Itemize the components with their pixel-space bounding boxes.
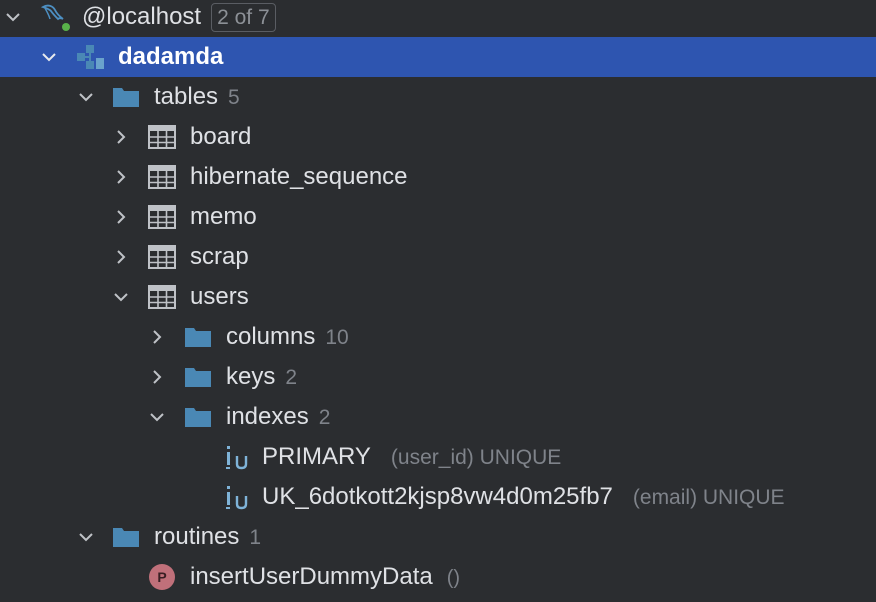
tables-label: tables [154, 83, 219, 110]
chevron-down-icon[interactable] [3, 0, 23, 37]
procedure-name: insertUserDummyData [190, 563, 433, 590]
table-icon [148, 277, 176, 317]
tree-node-indexes[interactable]: indexes 2 [0, 397, 876, 437]
procedure-params: () [446, 567, 461, 589]
unique-index-icon [224, 437, 252, 477]
tree-node-table-board[interactable]: board [0, 117, 876, 157]
indexes-count: 2 [318, 406, 331, 429]
tree-node-routines[interactable]: routines 1 [0, 517, 876, 557]
chevron-down-icon[interactable] [111, 277, 131, 317]
folder-icon [184, 397, 212, 437]
tree-node-index-uk[interactable]: UK_6dotkott2kjsp8vw4d0m25fb7 (email) UNIQ… [0, 477, 876, 517]
index-meta: (user_id) UNIQUE [390, 446, 562, 469]
procedure-icon: P [148, 557, 176, 597]
chevron-right-icon[interactable] [111, 197, 131, 237]
tree-node-keys[interactable]: keys 2 [0, 357, 876, 397]
schema-icon [76, 37, 106, 77]
index-meta: (email) UNIQUE [632, 486, 785, 509]
folder-icon [112, 517, 140, 557]
chevron-down-icon[interactable] [147, 397, 167, 437]
procedure-icon-letter: P [157, 569, 166, 585]
table-label: memo [190, 203, 257, 230]
chevron-down-icon[interactable] [76, 77, 96, 117]
tree-node-table-memo[interactable]: memo [0, 197, 876, 237]
routines-label: routines [154, 523, 240, 550]
tree-node-schema-dadamda[interactable]: dadamda [0, 37, 876, 77]
keys-count: 2 [285, 366, 298, 389]
schema-label: dadamda [118, 43, 224, 70]
mysql-dolphin-icon [40, 0, 72, 37]
table-label: board [190, 123, 252, 150]
chevron-down-icon[interactable] [39, 37, 59, 77]
index-name: UK_6dotkott2kjsp8vw4d0m25fb7 [262, 483, 613, 510]
folder-icon [184, 317, 212, 357]
host-label: @localhost [82, 3, 202, 30]
tree-node-tables[interactable]: tables 5 [0, 77, 876, 117]
indexes-label: indexes [226, 403, 309, 430]
table-label: scrap [190, 243, 249, 270]
chevron-right-icon[interactable] [111, 117, 131, 157]
table-icon [148, 197, 176, 237]
table-icon [148, 117, 176, 157]
chevron-right-icon[interactable] [111, 237, 131, 277]
columns-label: columns [226, 323, 316, 350]
tree-node-table-scrap[interactable]: scrap [0, 237, 876, 277]
folder-icon [112, 77, 140, 117]
tree-node-host[interactable]: @localhost 2 of 7 [0, 0, 876, 37]
chevron-right-icon[interactable] [147, 317, 167, 357]
unique-index-icon [224, 477, 252, 517]
keys-label: keys [226, 363, 276, 390]
columns-count: 10 [325, 326, 349, 349]
table-label: users [190, 283, 249, 310]
chevron-right-icon[interactable] [147, 357, 167, 397]
tables-count: 5 [228, 86, 240, 109]
tree-node-index-primary[interactable]: PRIMARY (user_id) UNIQUE [0, 437, 876, 477]
table-label: hibernate_sequence [190, 163, 408, 190]
folder-icon [184, 357, 212, 397]
tree-node-table-hibernate-sequence[interactable]: hibernate_sequence [0, 157, 876, 197]
tree-node-columns[interactable]: columns 10 [0, 317, 876, 357]
tree-node-table-users[interactable]: users [0, 277, 876, 317]
routines-count: 1 [249, 526, 262, 549]
tree-node-procedure[interactable]: P insertUserDummyData () [0, 557, 876, 597]
host-badge: 2 of 7 [211, 3, 276, 33]
chevron-right-icon[interactable] [111, 157, 131, 197]
table-icon [148, 157, 176, 197]
chevron-down-icon[interactable] [76, 517, 96, 557]
index-name: PRIMARY [262, 443, 371, 470]
database-explorer-tree: @localhost 2 of 7 dadamda tables 5 board… [0, 0, 876, 602]
table-icon [148, 237, 176, 277]
